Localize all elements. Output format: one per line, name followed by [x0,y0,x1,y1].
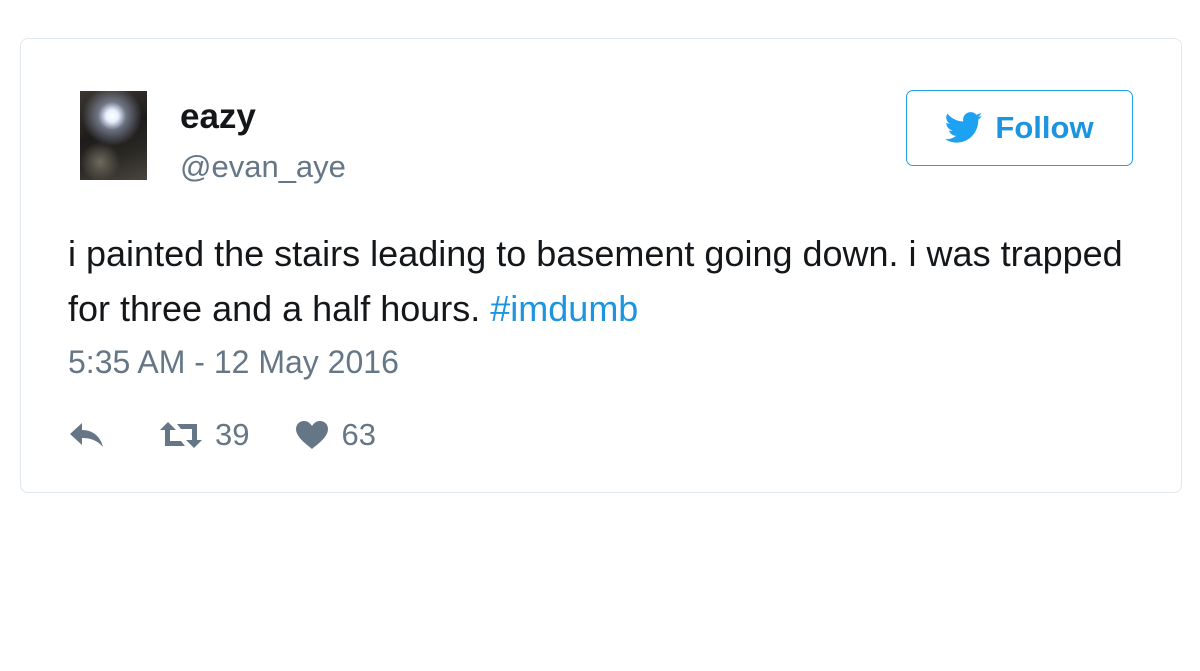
retweet-button[interactable]: 39 [159,417,249,453]
avatar[interactable] [80,91,147,180]
timestamp[interactable]: 5:35 AM - 12 May 2016 [68,344,399,381]
twitter-bird-icon [945,112,983,143]
tweet-text: i painted the stairs leading to basement… [68,226,1138,336]
reply-button[interactable] [69,420,107,450]
user-handle[interactable]: @evan_aye [180,149,346,185]
hashtag-link[interactable]: #imdumb [490,288,638,329]
retweet-count: 39 [215,417,250,452]
retweet-icon [160,422,202,448]
like-count: 63 [341,417,376,452]
follow-button[interactable]: Follow [906,90,1133,166]
reply-icon [70,423,103,447]
action-bar: 39 63 [69,415,376,455]
user-name[interactable]: eazy [180,97,256,137]
like-button[interactable]: 63 [295,417,376,453]
follow-label: Follow [995,110,1094,145]
heart-icon [296,421,329,449]
tweet-card: eazy @evan_aye Follow i painted the stai… [20,38,1182,493]
